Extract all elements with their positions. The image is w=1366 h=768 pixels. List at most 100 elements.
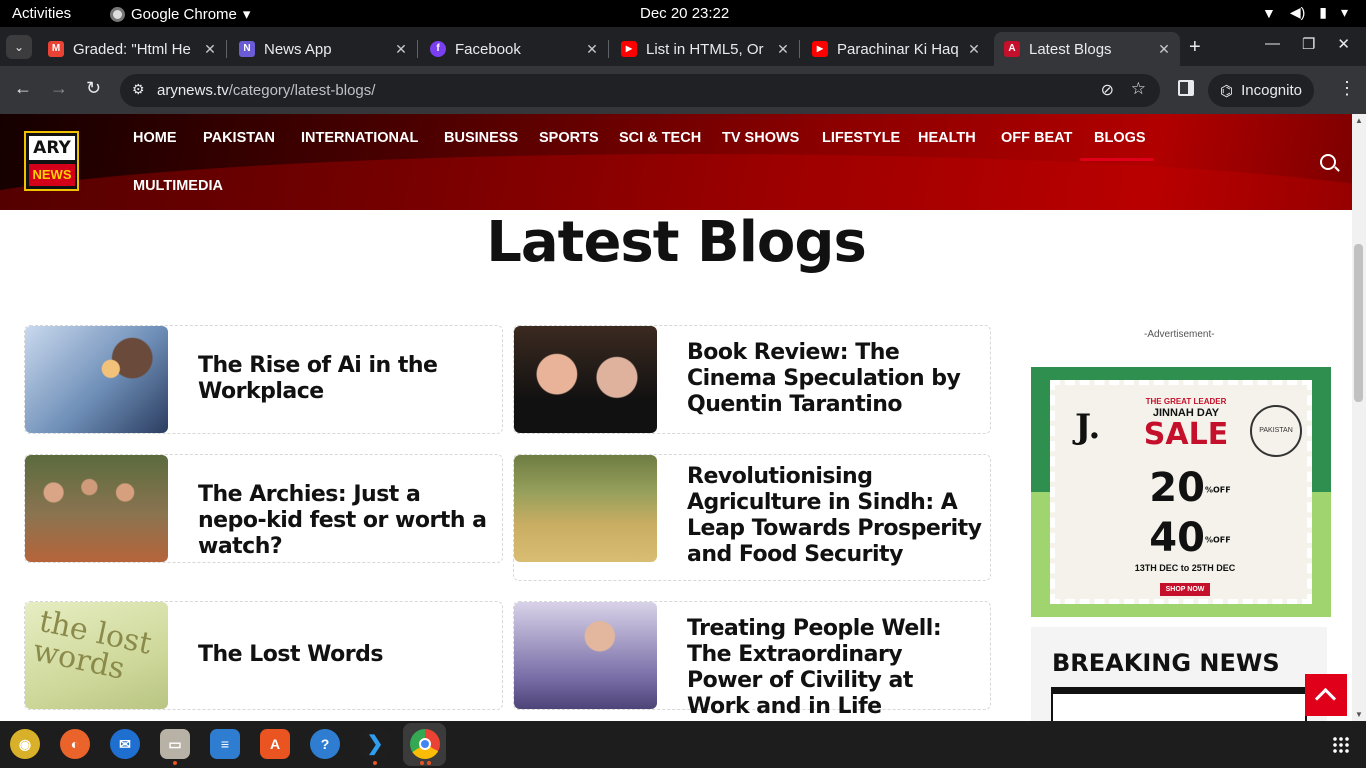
forward-button[interactable]: → (50, 78, 68, 99)
system-top-bar: Activities Google Chrome ▾ Dec 20 23:22 … (0, 0, 1366, 27)
vscode-icon[interactable]: ❯ (360, 729, 390, 759)
nav-health[interactable]: HEALTH (918, 130, 976, 146)
close-icon[interactable]: ✕ (773, 41, 793, 58)
back-button[interactable]: ← (14, 78, 32, 99)
chrome-icon (110, 6, 125, 22)
tab-title: News App (264, 40, 332, 58)
nav-lifestyle[interactable]: LIFESTYLE (822, 130, 900, 146)
app-menu[interactable]: Google Chrome ▾ (110, 5, 250, 23)
advertisement-label: -Advertisement- (1144, 329, 1215, 340)
active-nav-indicator (1080, 158, 1154, 161)
running-indicator (427, 761, 431, 765)
nav-home[interactable]: HOME (133, 130, 177, 146)
incognito-badge[interactable]: ⌬ Incognito (1208, 74, 1314, 107)
blog-title[interactable]: The Rise of Ai in the Workplace (198, 353, 488, 405)
nav-pakistan[interactable]: PAKISTAN (203, 130, 275, 146)
tab-facebook[interactable]: f Facebook ✕ (420, 32, 609, 66)
blog-thumbnail[interactable] (514, 455, 657, 562)
blog-title[interactable]: Treating People Well: The Extraordinary … (687, 616, 982, 720)
nav-tv-shows[interactable]: TV SHOWS (722, 130, 799, 146)
blog-thumbnail[interactable] (514, 326, 657, 433)
tab-separator (417, 40, 418, 58)
close-window-icon[interactable]: ✕ (1337, 35, 1350, 53)
url-domain: arynews.tv (157, 82, 229, 99)
ary-news-logo[interactable]: ARY NEWS (24, 131, 79, 191)
minimize-icon[interactable]: — (1265, 35, 1280, 53)
blog-title[interactable]: Book Review: The Cinema Speculation by Q… (687, 340, 977, 418)
main-content: Latest Blogs The Rise of Ai in the Workp… (0, 210, 1352, 721)
browser-menu-icon[interactable]: ⋮ (1338, 78, 1356, 99)
ad-shop-now-button[interactable]: SHOP NOW (1160, 583, 1210, 596)
tab-youtube-parachinar[interactable]: ▶ Parachinar Ki Haq ✕ (802, 32, 990, 66)
chevron-down-icon: ▾ (1340, 4, 1348, 20)
tab-title: Facebook (455, 40, 521, 58)
chrome-icon[interactable] (410, 729, 440, 759)
nav-blogs[interactable]: BLOGS (1094, 130, 1146, 146)
tab-search-button[interactable]: ⌄ (6, 35, 32, 59)
scrollbar-thumb[interactable] (1354, 244, 1363, 402)
taskbar-dock: ◉ ◐ ✉ ▭ ≡ A ? ❯ (0, 721, 1366, 768)
close-icon[interactable]: ✕ (391, 41, 411, 58)
breaking-news-box (1051, 687, 1307, 721)
help-icon[interactable]: ? (310, 729, 340, 759)
close-icon[interactable]: ✕ (964, 41, 984, 58)
blog-card[interactable]: Treating People Well: The Extraordinary … (513, 601, 991, 719)
activities-button[interactable]: Activities (12, 5, 71, 22)
new-tab-button[interactable]: + (1189, 36, 1201, 59)
close-icon[interactable]: ✕ (582, 41, 602, 58)
nav-multimedia[interactable]: MULTIMEDIA (133, 178, 223, 194)
thunderbird-icon[interactable]: ✉ (110, 729, 140, 759)
running-indicator (173, 761, 177, 765)
libreoffice-writer-icon[interactable]: ≡ (210, 729, 240, 759)
window-controls: — ❐ ✕ (1265, 35, 1350, 53)
nav-sports[interactable]: SPORTS (539, 130, 599, 146)
reload-button[interactable]: ↻ (86, 78, 101, 99)
clock[interactable]: Dec 20 23:22 (640, 5, 729, 22)
tab-separator (226, 40, 227, 58)
scroll-down-arrow[interactable]: ▼ (1355, 710, 1363, 719)
tab-news-app[interactable]: N News App ✕ (229, 32, 418, 66)
page-scrollbar[interactable]: ▲ ▼ (1352, 114, 1366, 721)
tab-title: List in HTML5, Or (646, 40, 764, 58)
blog-thumbnail[interactable] (25, 455, 168, 562)
search-icon[interactable] (1320, 154, 1336, 170)
back-to-top-button[interactable] (1305, 674, 1347, 716)
side-panel-icon[interactable] (1178, 80, 1194, 96)
address-bar[interactable]: ⚙ arynews.tv/category/latest-blogs/ ⊘ ☆ (120, 74, 1160, 107)
nav-sci-tech[interactable]: SCI & TECH (619, 130, 701, 146)
nav-business[interactable]: BUSINESS (444, 130, 518, 146)
maximize-icon[interactable]: ❐ (1302, 35, 1315, 53)
blog-thumbnail[interactable] (25, 326, 168, 433)
close-icon[interactable]: ✕ (200, 41, 220, 58)
running-indicator (420, 761, 424, 765)
firefox-icon[interactable]: ◐ (60, 729, 90, 759)
bookmark-star-icon[interactable]: ☆ (1131, 79, 1146, 99)
app-center-icon[interactable]: A (260, 729, 290, 759)
nav-international[interactable]: INTERNATIONAL (301, 130, 418, 146)
blog-card[interactable]: Book Review: The Cinema Speculation by Q… (513, 325, 991, 434)
blog-title[interactable]: Revolutionising Agriculture in Sindh: A … (687, 464, 987, 568)
blog-card[interactable]: The Rise of Ai in the Workplace (24, 325, 503, 434)
blog-card[interactable]: Revolutionising Agriculture in Sindh: A … (513, 454, 991, 581)
blog-title[interactable]: The Lost Words (198, 642, 488, 668)
blog-thumbnail[interactable]: the lost words (25, 602, 168, 709)
url-text[interactable]: arynews.tv/category/latest-blogs/ (157, 82, 375, 99)
nav-off-beat[interactable]: OFF BEAT (1001, 130, 1072, 146)
blog-card[interactable]: The Archies: Just a nepo-kid fest or wor… (24, 454, 503, 563)
tab-youtube-list[interactable]: ▶ List in HTML5, Or ✕ (611, 32, 800, 66)
advertisement-banner[interactable]: J. THE GREAT LEADER JINNAH DAY SALE PAKI… (1031, 367, 1331, 617)
show-apps-grid-icon[interactable] (1332, 736, 1350, 754)
blog-card[interactable]: the lost words The Lost Words (24, 601, 503, 710)
tracking-blocked-icon[interactable]: ⊘ (1101, 80, 1114, 100)
scroll-up-arrow[interactable]: ▲ (1355, 116, 1363, 125)
system-tray[interactable]: ▼ ◀) ▮ ▾ (1262, 4, 1348, 21)
site-info-icon[interactable]: ⚙ (132, 81, 145, 98)
close-icon[interactable]: ✕ (1154, 41, 1174, 58)
blog-thumbnail[interactable] (514, 602, 657, 709)
blog-title[interactable]: The Archies: Just a nepo-kid fest or wor… (198, 482, 488, 560)
tab-latest-blogs[interactable]: A Latest Blogs ✕ (994, 32, 1180, 66)
files-icon[interactable]: ▭ (160, 729, 190, 759)
rhythmbox-icon[interactable]: ◉ (10, 729, 40, 759)
tab-gmail[interactable]: M Graded: "Html He ✕ (38, 32, 227, 66)
ad-offer-20: 20%OFF (1140, 465, 1240, 511)
